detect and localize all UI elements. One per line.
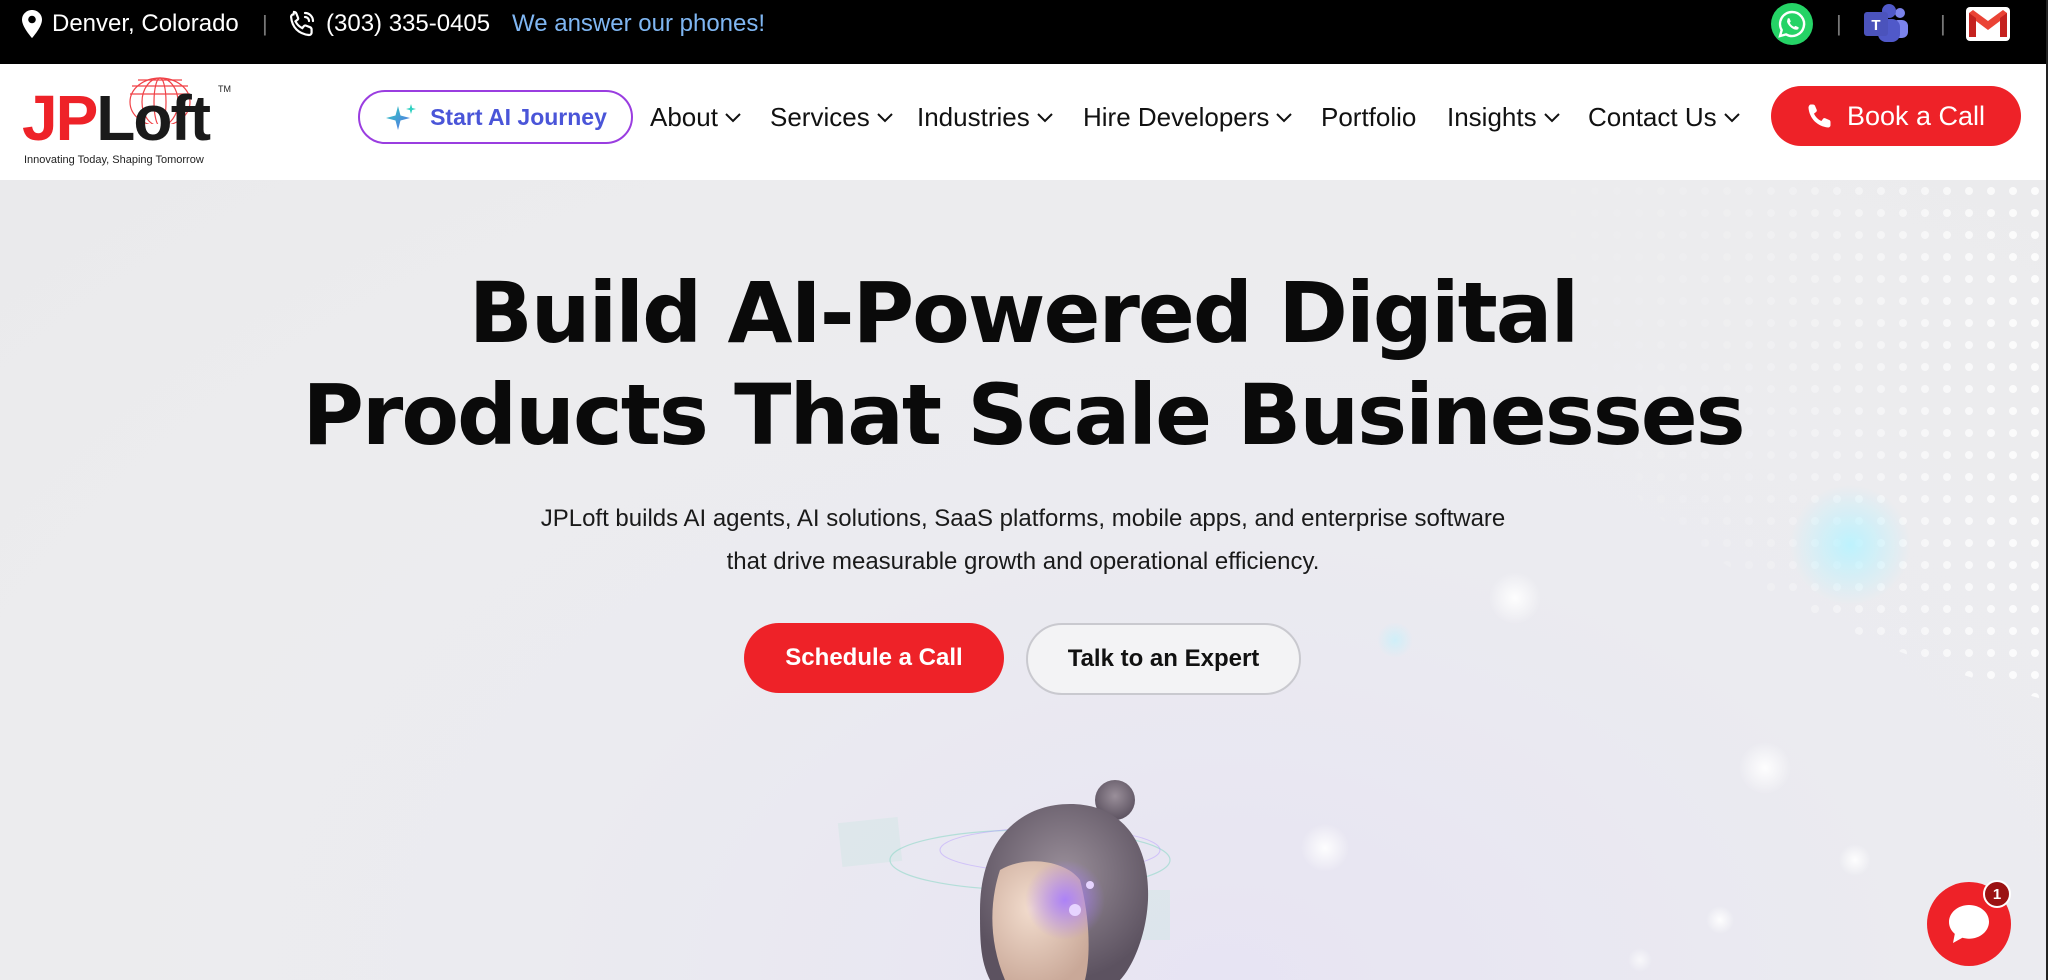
- whatsapp-link[interactable]: [1770, 0, 1814, 48]
- nav-portfolio-label: Portfolio: [1321, 101, 1417, 132]
- logo-wordmark: JPLoft: [22, 86, 211, 150]
- nav-hire-developers-label: Hire Developers: [1083, 101, 1270, 132]
- chevron-down-icon: [1723, 113, 1740, 123]
- chevron-down-icon: [725, 113, 741, 123]
- nav-contact-us[interactable]: Contact Us: [1588, 90, 1741, 144]
- chevron-down-icon: [1276, 113, 1293, 123]
- gmail-link[interactable]: [1966, 0, 2010, 48]
- hero-title-line-1: Build AI-Powered Digital: [468, 264, 1580, 362]
- site-header: JPLoft TM Innovating Today, Shaping Tomo…: [0, 64, 2046, 180]
- schedule-a-call-button[interactable]: Schedule a Call: [744, 623, 1004, 693]
- chat-notification-badge: 1: [1983, 880, 2011, 908]
- ai-woman-illustration: [837, 780, 1171, 980]
- phone-note: We answer our phones!: [512, 10, 766, 37]
- hero-subtitle-line-2: that drive measurable growth and operati…: [726, 548, 1320, 575]
- chat-bubble-icon: [1949, 905, 1989, 943]
- phone-icon: [289, 10, 315, 37]
- book-a-call-button[interactable]: Book a Call: [1771, 86, 2021, 146]
- location: Denver, Colorado: [22, 0, 239, 48]
- nav-hire-developers[interactable]: Hire Developers: [1083, 90, 1293, 144]
- topbar-separator: |: [262, 11, 268, 36]
- nav-contact-us-label: Contact Us: [1588, 101, 1717, 132]
- hero-title-line-2: Products That Scale Businesses: [302, 366, 1745, 464]
- nav-about[interactable]: About: [650, 90, 742, 144]
- phone-number: (303) 335-0405: [326, 10, 491, 37]
- nav-portfolio[interactable]: Portfolio: [1321, 90, 1416, 144]
- phone-link[interactable]: (303) 335-0405: [288, 0, 490, 48]
- chevron-down-icon: [1543, 113, 1560, 123]
- chevron-down-icon: [876, 113, 893, 123]
- topbar-separator: |: [1836, 11, 1842, 36]
- location-pin-icon: [22, 10, 42, 38]
- hero-section: Build AI-Powered Digital Products That S…: [0, 180, 2046, 980]
- nav-insights-label: Insights: [1447, 101, 1537, 132]
- start-ai-journey-button[interactable]: Start AI Journey: [358, 90, 633, 144]
- svg-text:T: T: [1871, 17, 1880, 34]
- book-a-call-label: Book a Call: [1846, 100, 1986, 131]
- gmail-icon: [1966, 7, 2010, 41]
- nav-about-label: About: [650, 101, 718, 132]
- jploft-logo[interactable]: JPLoft TM Innovating Today, Shaping Tomo…: [22, 72, 236, 172]
- nav-insights[interactable]: Insights: [1447, 90, 1561, 144]
- start-ai-journey-label: Start AI Journey: [430, 103, 607, 130]
- nav-industries-label: Industries: [917, 101, 1030, 132]
- hero-subtitle-line-1: JPLoft builds AI agents, AI solutions, S…: [540, 505, 1506, 532]
- hero-title: Build AI-Powered Digital Products That S…: [0, 262, 2046, 466]
- chevron-down-icon: [1037, 113, 1053, 123]
- talk-to-an-expert-button[interactable]: Talk to an Expert: [1026, 623, 1301, 695]
- logo-tagline: Innovating Today, Shaping Tomorrow: [24, 154, 204, 166]
- nav-industries[interactable]: Industries: [917, 90, 1054, 144]
- teams-link[interactable]: T: [1862, 0, 1910, 48]
- location-text: Denver, Colorado: [52, 10, 239, 37]
- whatsapp-icon: [1771, 3, 1813, 45]
- logo-jp: JP: [22, 82, 98, 154]
- topbar-separator: |: [1940, 11, 1946, 36]
- top-bar: Denver, Colorado | (303) 335-0405 We ans…: [0, 0, 2048, 64]
- logo-trademark: TM: [218, 84, 231, 94]
- nav-services-label: Services: [770, 101, 870, 132]
- microsoft-teams-icon: T: [1864, 4, 1908, 42]
- hero-subtitle: JPLoft builds AI agents, AI solutions, S…: [0, 497, 2046, 583]
- sparkles-icon: [386, 104, 417, 130]
- nav-services[interactable]: Services: [770, 90, 894, 144]
- logo-loft: Loft: [96, 82, 211, 154]
- phone-icon: [1808, 104, 1831, 128]
